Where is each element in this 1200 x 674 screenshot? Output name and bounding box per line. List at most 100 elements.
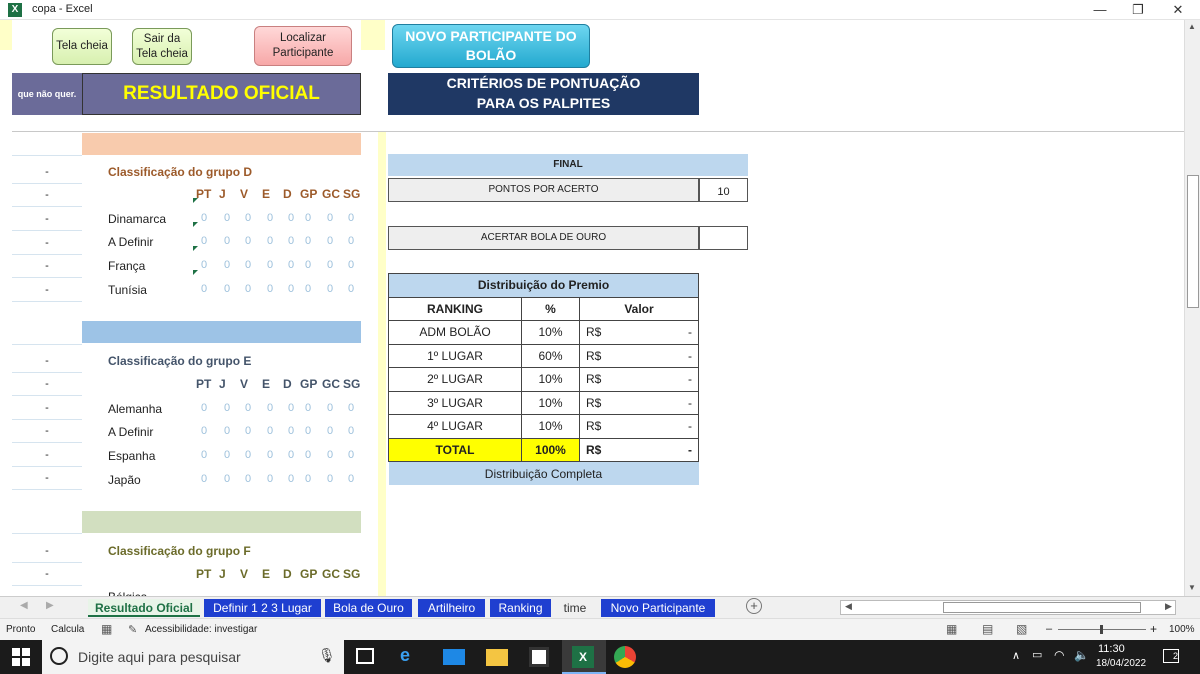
team-name: Tunísia [108, 283, 147, 297]
status-accessibility[interactable]: Acessibilidade: investigar [145, 624, 257, 635]
page-layout-icon[interactable]: ▤ [982, 622, 993, 636]
task-view-icon[interactable] [356, 648, 374, 664]
windows-start-icon[interactable] [12, 648, 30, 666]
tela-cheia-button[interactable]: Tela cheia [52, 28, 112, 65]
zoom-level[interactable]: 100% [1169, 624, 1195, 635]
stat-header: SG [343, 567, 361, 581]
mail-icon[interactable] [443, 649, 465, 665]
localizar-participante-button[interactable]: Localizar Participante [254, 26, 352, 66]
sheet-tab[interactable]: time [552, 599, 598, 617]
left-column-cell[interactable]: - [12, 420, 82, 443]
stat-value: 0 [348, 402, 355, 414]
file-explorer-icon[interactable] [486, 649, 508, 666]
sheet-tab[interactable]: Resultado Oficial [88, 599, 200, 617]
left-column-cell[interactable]: - [12, 350, 82, 373]
left-column-cell[interactable]: - [12, 467, 82, 490]
left-column-cell[interactable]: - [12, 540, 82, 563]
wifi-icon[interactable]: ◠ [1054, 648, 1064, 662]
add-sheet-icon[interactable]: + [746, 598, 762, 614]
novo-participante-button[interactable]: NOVO PARTICIPANTE DO BOLÃO [392, 24, 590, 68]
sheet-tab[interactable]: Ranking [490, 599, 551, 617]
restore-button[interactable]: ❐ [1120, 1, 1156, 19]
scroll-down-icon[interactable]: ▼ [1188, 583, 1196, 592]
title-bar: X copa - Excel — ❐ ✕ [0, 0, 1200, 20]
close-button[interactable]: ✕ [1160, 1, 1196, 19]
tray-expand-icon[interactable]: ∧ [1012, 649, 1020, 662]
stat-value: 0 [245, 473, 252, 485]
zoom-slider-handle[interactable] [1100, 625, 1103, 634]
normal-view-icon[interactable]: ▦ [946, 622, 957, 636]
sheet-tab[interactable]: Definir 1 2 3 Lugar [204, 599, 321, 617]
left-column-cell[interactable]: - [12, 397, 82, 420]
left-column-cell[interactable] [12, 322, 82, 345]
horizontal-scrollbar[interactable]: ◀ ▶ [840, 600, 1176, 615]
taskbar-time[interactable]: 11:30 [1098, 643, 1125, 655]
left-column-cell[interactable] [12, 511, 82, 534]
volume-icon[interactable]: 🔈 [1074, 648, 1089, 662]
stat-value: 0 [305, 283, 312, 295]
search-placeholder: Digite aqui para pesquisar [78, 649, 241, 665]
hscroll-right-icon[interactable]: ▶ [1165, 601, 1172, 612]
edge-icon[interactable]: e [400, 645, 410, 666]
scroll-thumb[interactable] [1187, 175, 1199, 308]
premio-header-valor: Valor [579, 296, 699, 321]
premio-total-label: TOTAL [388, 437, 522, 462]
stat-value: 0 [327, 212, 334, 224]
stat-header: D [283, 377, 292, 391]
zoom-out-icon[interactable]: – [1046, 623, 1052, 635]
stat-header: SG [343, 187, 361, 201]
hscroll-left-icon[interactable]: ◀ [845, 601, 852, 612]
tab-prev-icon[interactable]: ◀ [20, 600, 28, 611]
notification-icon[interactable]: 2 [1163, 649, 1179, 663]
stat-value: 0 [267, 449, 274, 461]
zoom-in-icon[interactable]: + [1150, 622, 1157, 636]
group-f-title: Classificação do grupo F [108, 544, 251, 558]
left-column-cell[interactable]: - [12, 184, 82, 207]
left-column-cell[interactable]: - [12, 279, 82, 302]
excel-taskbar-button[interactable]: X [562, 640, 606, 674]
accessibility-icon[interactable]: ✎ [128, 623, 137, 636]
tab-next-icon[interactable]: ▶ [46, 600, 54, 611]
taskbar-search-box[interactable]: Digite aqui para pesquisar 🎙 [42, 640, 344, 674]
store-icon[interactable] [529, 647, 549, 667]
status-calc[interactable]: Calcula [51, 624, 84, 635]
sair-tela-cheia-button[interactable]: Sair da Tela cheia [132, 28, 192, 65]
pontos-por-acerto-value[interactable]: 10 [699, 178, 748, 202]
page-break-icon[interactable]: ▧ [1016, 622, 1027, 636]
stat-value: 0 [201, 235, 208, 247]
left-column-cell[interactable]: - [12, 161, 82, 184]
stat-value: 0 [327, 425, 334, 437]
stat-value: 0 [348, 473, 355, 485]
macro-record-icon[interactable]: ▦ [101, 622, 112, 636]
bola-de-ouro-value[interactable] [699, 226, 748, 250]
sheet-tab[interactable]: Bola de Ouro [325, 599, 412, 617]
battery-icon[interactable]: ▭ [1032, 648, 1042, 661]
sheet-tab[interactable]: Artilheiro [418, 599, 485, 617]
team-name: Espanha [108, 449, 156, 463]
vertical-scrollbar[interactable]: ▲ ▼ [1184, 20, 1200, 596]
stat-value: 0 [327, 402, 334, 414]
microphone-icon[interactable]: 🎙 [318, 647, 336, 664]
team-name: A Definir [108, 235, 154, 249]
premio-row: 1º LUGAR 60% R$ - [388, 343, 699, 368]
taskbar-date[interactable]: 18/04/2022 [1096, 658, 1146, 669]
left-column-cell[interactable]: - [12, 373, 82, 396]
hscroll-thumb[interactable] [943, 602, 1141, 613]
stat-header: V [240, 377, 249, 391]
status-bar: Pronto Calcula ▦ ✎ Acessibilidade: inves… [0, 618, 1200, 640]
left-column-cell[interactable]: - [12, 232, 82, 255]
team-name: Alemanha [108, 402, 163, 416]
left-column-cell[interactable]: - [12, 255, 82, 278]
scroll-up-icon[interactable]: ▲ [1188, 22, 1196, 31]
group-d-header-band [82, 133, 361, 155]
left-column-cell[interactable] [12, 133, 82, 156]
sheet-tab[interactable]: Novo Participante [601, 599, 715, 617]
minimize-button[interactable]: — [1082, 1, 1118, 19]
worksheet[interactable]: Tela cheia Sair da Tela cheia Localizar … [0, 20, 1184, 596]
chrome-icon[interactable] [614, 646, 636, 668]
left-column-cell[interactable]: - [12, 563, 82, 586]
stat-value: 0 [267, 259, 274, 271]
stat-value: 0 [267, 473, 274, 485]
left-column-cell[interactable]: - [12, 444, 82, 467]
left-column-cell[interactable]: - [12, 208, 82, 231]
